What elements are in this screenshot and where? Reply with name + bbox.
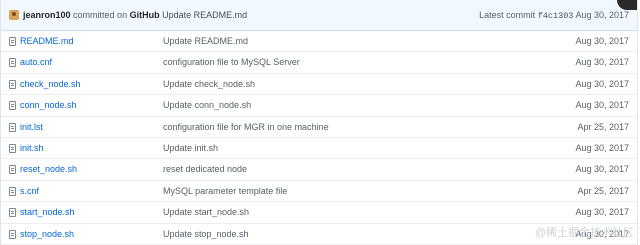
file-name-link[interactable]: s.cnf bbox=[20, 181, 39, 202]
file-icon bbox=[9, 79, 16, 89]
file-list: README.md Update README.md Aug 30, 2017 … bbox=[1, 31, 637, 245]
file-icon bbox=[9, 101, 16, 111]
file-row: reset_node.sh reset dedicated node Aug 3… bbox=[1, 159, 637, 181]
commit-message[interactable]: Update README.md bbox=[162, 10, 247, 20]
file-commit-message[interactable]: MySQL parameter template file bbox=[163, 181, 287, 202]
file-row: init.sh Update init.sh Aug 30, 2017 bbox=[1, 138, 637, 160]
watermark: @稀土掘金技术社区 bbox=[534, 227, 634, 239]
file-name-link[interactable]: auto.cnf bbox=[20, 52, 52, 73]
file-commit-date: Aug 30, 2017 bbox=[575, 36, 629, 46]
file-icon bbox=[9, 165, 16, 175]
commit-platform: GitHub bbox=[129, 10, 160, 20]
file-commit-date: Aug 30, 2017 bbox=[575, 207, 629, 218]
file-commit-message[interactable]: configuration file for MGR in one machin… bbox=[163, 117, 329, 138]
latest-commit-bar: jeanron100 committed on GitHub Update RE… bbox=[1, 0, 637, 31]
file-row: s.cnf MySQL parameter template file Apr … bbox=[1, 181, 637, 203]
file-name-link[interactable]: stop_node.sh bbox=[20, 224, 74, 245]
file-commit-date: Aug 30, 2017 bbox=[575, 57, 629, 68]
file-row: auto.cnf configuration file to MySQL Ser… bbox=[1, 52, 637, 74]
file-commit-message[interactable]: Update init.sh bbox=[163, 138, 218, 159]
avatar[interactable] bbox=[9, 10, 19, 20]
latest-commit-info: Latest commit f4c1303 Aug 30, 2017 bbox=[479, 10, 629, 22]
file-browser: jeanron100 committed on GitHub Update RE… bbox=[0, 0, 638, 245]
file-row: init.lst configuration file for MGR in o… bbox=[1, 117, 637, 138]
file-commit-message[interactable]: Update start_node.sh bbox=[163, 202, 249, 223]
file-icon bbox=[9, 186, 16, 196]
file-name-link[interactable]: init.lst bbox=[20, 117, 43, 138]
commit-summary: jeanron100 committed on GitHub Update RE… bbox=[23, 10, 247, 21]
file-row: start_node.sh Update start_node.sh Aug 3… bbox=[1, 202, 637, 224]
commit-author[interactable]: jeanron100 bbox=[23, 10, 71, 20]
file-icon bbox=[9, 229, 16, 239]
file-commit-date: Aug 30, 2017 bbox=[575, 164, 629, 175]
file-commit-date: Apr 25, 2017 bbox=[577, 121, 629, 132]
corner-decoration bbox=[617, 0, 637, 10]
file-commit-message[interactable]: reset dedicated node bbox=[163, 159, 247, 180]
file-commit-date: Aug 30, 2017 bbox=[575, 78, 629, 89]
file-commit-message[interactable]: Update stop_node.sh bbox=[163, 224, 249, 245]
file-name-link[interactable]: README.md bbox=[20, 31, 74, 52]
file-icon bbox=[9, 208, 16, 218]
file-commit-date: Apr 25, 2017 bbox=[577, 185, 629, 196]
file-commit-date: Aug 30, 2017 bbox=[575, 142, 629, 153]
file-icon bbox=[9, 58, 16, 68]
latest-commit-date: Aug 30, 2017 bbox=[575, 10, 629, 20]
commit-sha[interactable]: f4c1303 bbox=[538, 11, 574, 21]
file-commit-date: Aug 30, 2017 bbox=[575, 100, 629, 111]
file-icon bbox=[9, 37, 16, 46]
file-row: conn_node.sh Update conn_node.sh Aug 30,… bbox=[1, 95, 637, 117]
file-commit-message[interactable]: Update check_node.sh bbox=[163, 74, 255, 95]
file-icon bbox=[9, 143, 16, 153]
latest-commit-label: Latest commit bbox=[479, 10, 536, 20]
file-commit-message[interactable]: Update conn_node.sh bbox=[163, 95, 251, 116]
file-name-link[interactable]: init.sh bbox=[20, 138, 44, 159]
file-commit-message[interactable]: Update README.md bbox=[163, 31, 248, 52]
file-icon bbox=[9, 122, 16, 132]
file-commit-message[interactable]: configuration file to MySQL Server bbox=[163, 52, 300, 73]
committed-on-text: committed on bbox=[73, 10, 128, 20]
file-name-link[interactable]: reset_node.sh bbox=[20, 159, 77, 180]
file-name-link[interactable]: check_node.sh bbox=[20, 74, 81, 95]
file-row: check_node.sh Update check_node.sh Aug 3… bbox=[1, 74, 637, 96]
file-row: README.md Update README.md Aug 30, 2017 bbox=[1, 31, 637, 53]
file-name-link[interactable]: start_node.sh bbox=[20, 202, 75, 223]
file-name-link[interactable]: conn_node.sh bbox=[20, 95, 77, 116]
